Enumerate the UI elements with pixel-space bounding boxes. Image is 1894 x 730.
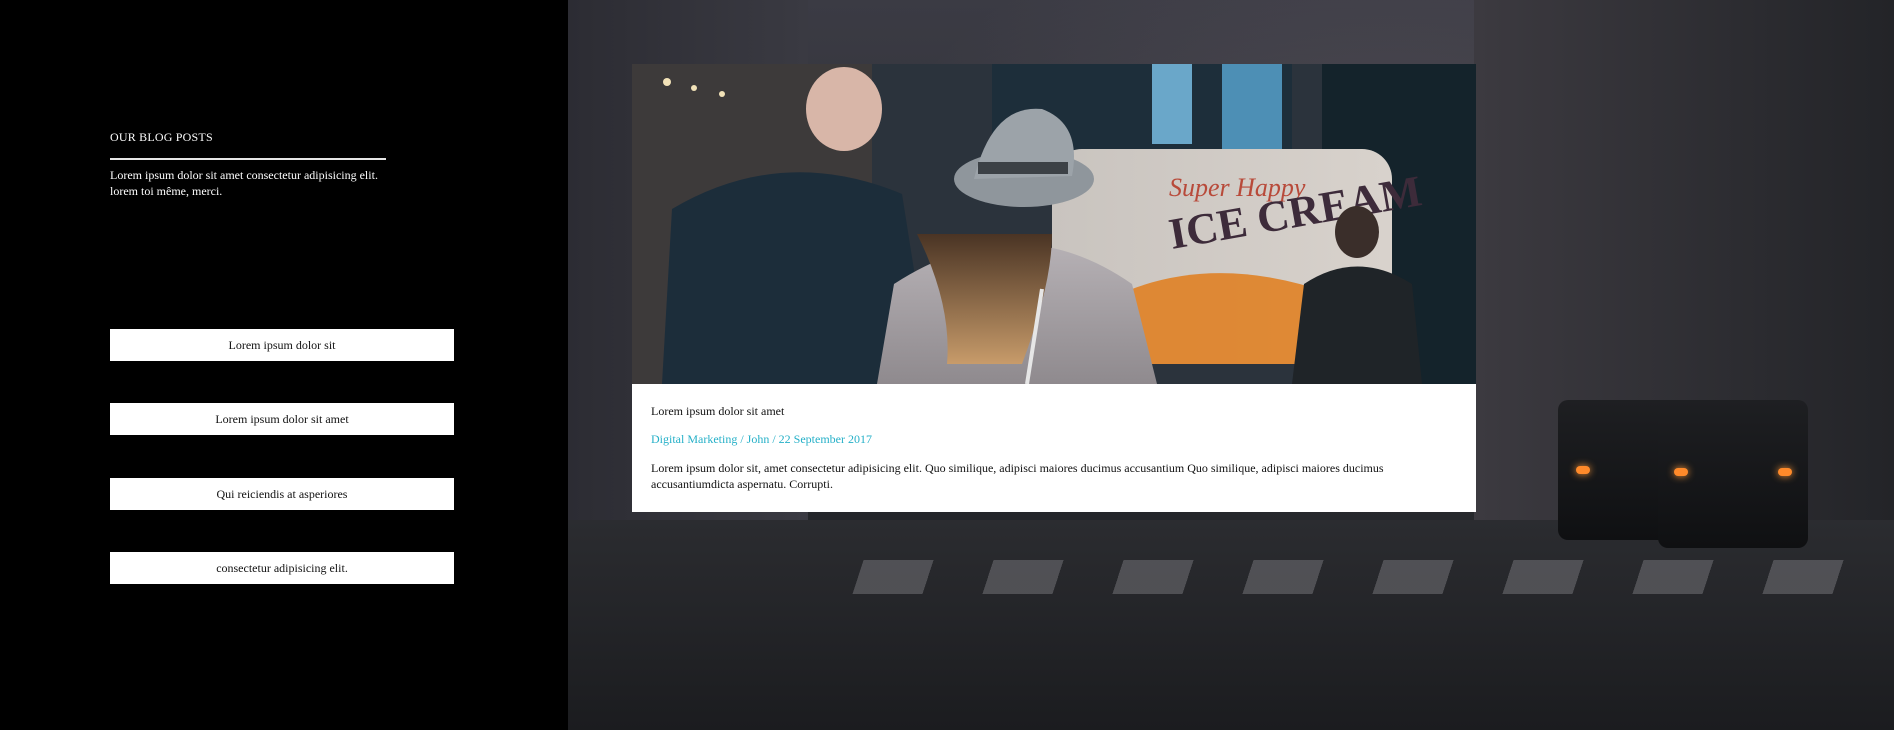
blog-sidebar: OUR BLOG POSTS Lorem ipsum dolor sit ame…	[0, 0, 568, 730]
car-light	[1778, 468, 1792, 476]
background-car	[1658, 400, 1808, 548]
sidebar-description: Lorem ipsum dolor sit amet consectetur a…	[110, 168, 378, 198]
blog-post-meta[interactable]: Digital Marketing / John / 22 September …	[651, 432, 872, 447]
blog-post-button-1[interactable]: Lorem ipsum dolor sit	[110, 329, 454, 361]
blog-post-button-2[interactable]: Lorem ipsum dolor sit amet	[110, 403, 454, 435]
background-road	[568, 520, 1894, 730]
ice-cream-street-illustration: Super Happy ICE CREAM	[632, 64, 1476, 384]
car-light	[1674, 468, 1688, 476]
blog-post-button-label: Lorem ipsum dolor sit	[228, 337, 336, 352]
blog-post-excerpt: Lorem ipsum dolor sit, amet consectetur …	[651, 461, 1384, 491]
sidebar-divider	[110, 158, 386, 160]
background-crosswalk	[852, 560, 1864, 594]
blog-post-button-3[interactable]: Qui reiciendis at asperiores	[110, 478, 454, 510]
blog-post-button-4[interactable]: consectetur adipisicing elit.	[110, 552, 454, 584]
car-light	[1576, 466, 1590, 474]
blog-post-button-label: Qui reiciendis at asperiores	[216, 486, 348, 501]
blog-post-card[interactable]: Super Happy ICE CREAM Lorem ipsum dolor …	[632, 64, 1476, 512]
blog-post-image: Super Happy ICE CREAM	[632, 64, 1476, 384]
blog-post-button-label: Lorem ipsum dolor sit amet	[215, 411, 349, 426]
sidebar-title: OUR BLOG POSTS	[110, 130, 213, 144]
blog-post-title[interactable]: Lorem ipsum dolor sit amet	[651, 404, 784, 419]
blog-post-button-label: consectetur adipisicing elit.	[216, 560, 348, 575]
